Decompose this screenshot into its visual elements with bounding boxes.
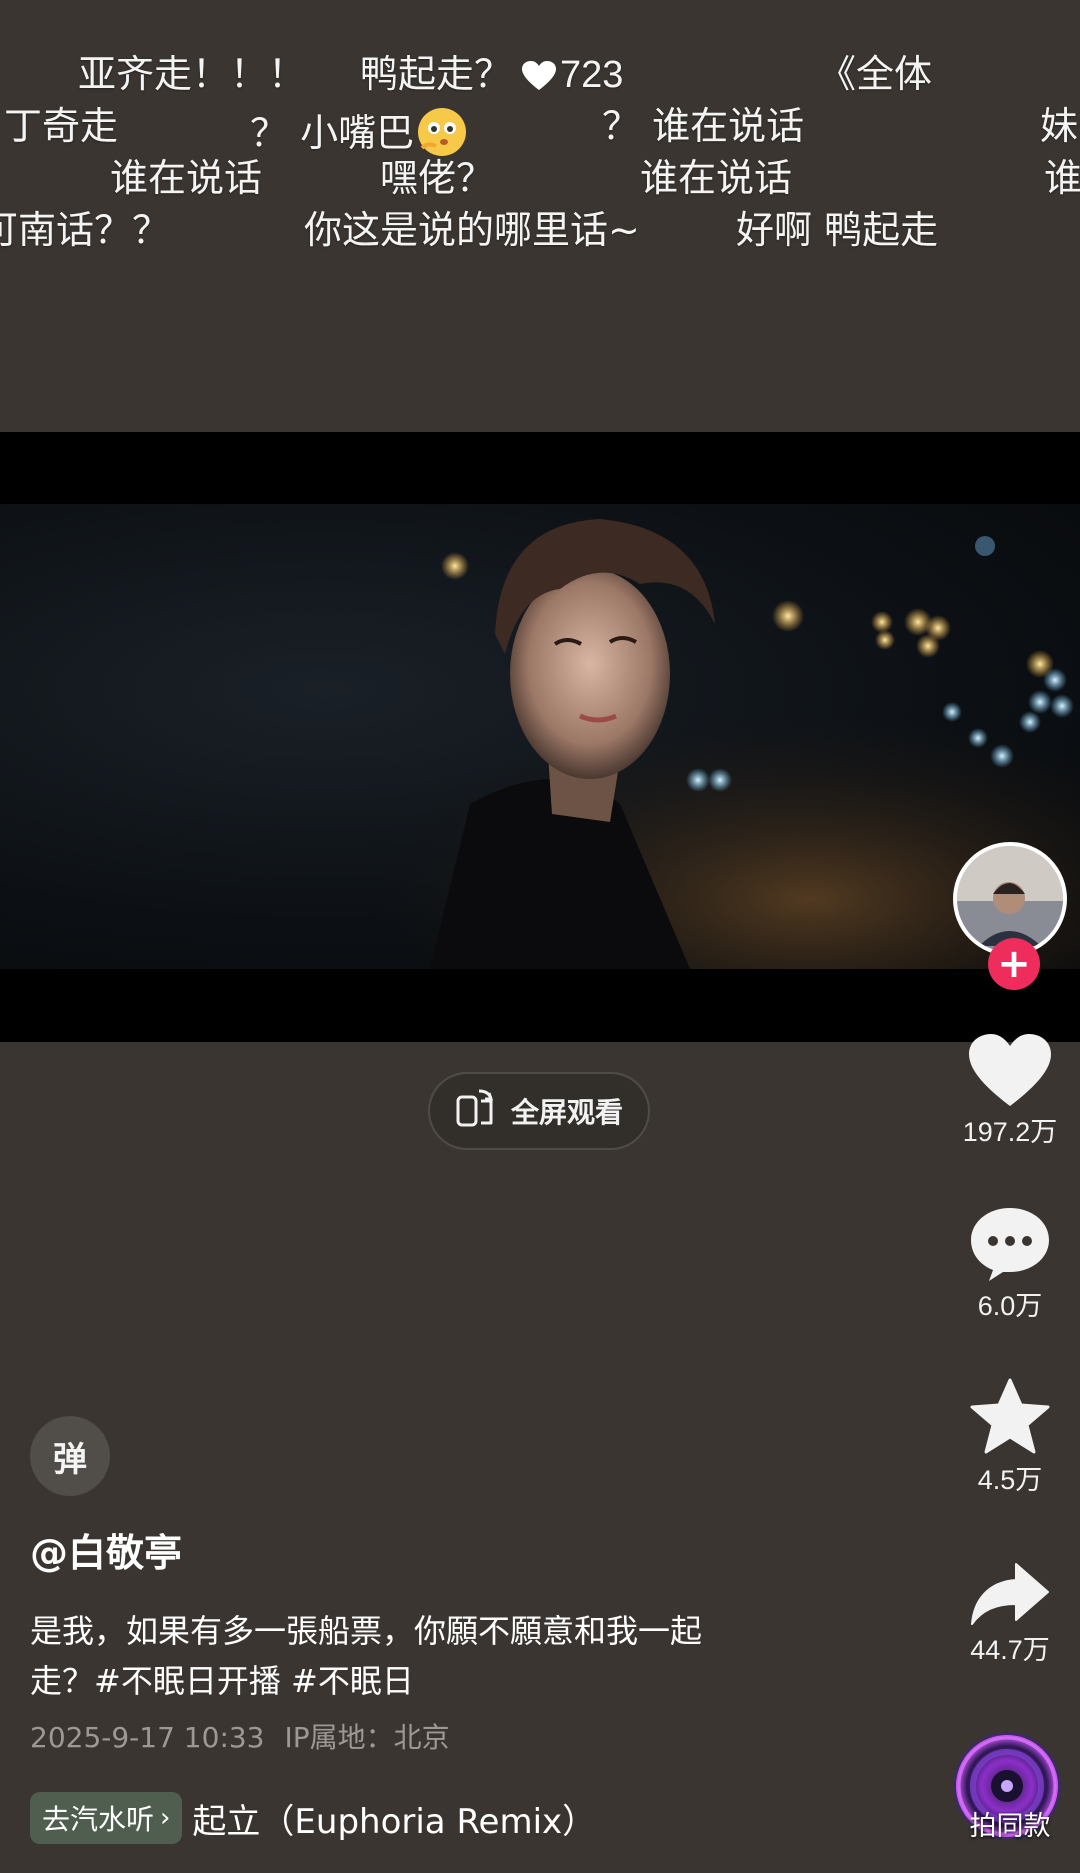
danmaku-item: 鸭起走？ 723: [360, 52, 623, 100]
rotate-phone-icon: [455, 1089, 497, 1133]
listen-in-app-button[interactable]: 去汽水听 ›: [30, 1792, 183, 1844]
video-feed-screen: 亚齐走！！！ 鸭起走？ 723 《全体 丁奇走 ？ 小嘴巴 ？ 谁在说话 妹 谁在…: [0, 0, 1080, 1873]
heart-icon: [522, 56, 557, 100]
hashtag-link[interactable]: #不眠日开播: [94, 1662, 281, 1700]
danmaku-layer: 亚齐走！！！ 鸭起走？ 723 《全体 丁奇走 ？ 小嘴巴 ？ 谁在说话 妹 谁在…: [0, 0, 1080, 320]
follow-button[interactable]: +: [988, 938, 1040, 990]
like-count: 197.2万: [962, 1117, 1058, 1147]
description-line: 走？#不眠日开播 #不眠日: [30, 1662, 414, 1700]
video-player[interactable]: 是我: [0, 432, 1080, 1042]
danmaku-item: 丁奇走: [4, 104, 119, 148]
danmaku-toggle-label: 弹: [53, 1439, 87, 1480]
danmaku-item: ？ 谁在说话: [602, 104, 805, 148]
thinking-face-emoji-icon: [414, 104, 470, 160]
comment-button[interactable]: 6.0万: [940, 1206, 1080, 1323]
music-bar: 去汽水听 › 起立（Euphoria Remix）: [30, 1792, 596, 1844]
danmaku-toggle-button[interactable]: 弹: [30, 1416, 110, 1496]
share-arrow-icon: [971, 1563, 1049, 1625]
fullscreen-button[interactable]: 全屏观看: [428, 1072, 650, 1150]
comment-count: 6.0万: [977, 1291, 1043, 1321]
favorite-count: 4.5万: [977, 1465, 1043, 1495]
same-style-label[interactable]: 拍同款: [940, 1804, 1080, 1843]
chevron-right-icon: ›: [160, 1803, 171, 1833]
description-line: 是我，如果有多一張船票，你願不願意和我一起: [30, 1612, 703, 1650]
comment-bubble-icon: [971, 1208, 1049, 1281]
fullscreen-label: 全屏观看: [510, 1096, 623, 1129]
plus-icon: +: [997, 941, 1031, 987]
danmaku-item: 《全体: [818, 52, 933, 96]
danmaku-item: 谁在说话: [640, 156, 793, 200]
video-frame: 是我: [0, 504, 1080, 969]
danmaku-item: 你这是说的哪里话~: [304, 208, 640, 252]
danmaku-like-count: 723: [560, 54, 624, 96]
share-button[interactable]: 44.7万: [940, 1562, 1080, 1667]
danmaku-item: 谁在说话: [110, 156, 263, 200]
like-button[interactable]: 197.2万: [940, 1034, 1080, 1149]
listen-label: 去汽水听: [42, 1803, 155, 1836]
author-name[interactable]: @白敬亭: [30, 1522, 182, 1577]
share-count: 44.7万: [970, 1635, 1050, 1665]
post-description: 是我，如果有多一張船票，你願不願意和我一起 走？#不眠日开播 #不眠日: [30, 1606, 820, 1706]
video-scene: [0, 504, 1080, 969]
hashtag-link[interactable]: #不眠日: [291, 1662, 414, 1700]
ip-location: IP属地：北京: [284, 1721, 450, 1754]
post-meta: 2025-9-17 10:33 IP属地：北京: [30, 1716, 470, 1756]
action-rail: + 197.2万 6.0万 4.5万 44.7万 拍同款: [940, 0, 1080, 1873]
post-date: 2025-9-17 10:33: [30, 1721, 265, 1754]
heart-icon: [969, 1034, 1051, 1106]
star-icon: [970, 1378, 1050, 1454]
music-title[interactable]: 起立（Euphoria Remix）: [192, 1794, 596, 1843]
favorite-button[interactable]: 4.5万: [940, 1378, 1080, 1497]
danmaku-item: 嘿佬？: [380, 156, 495, 200]
danmaku-item: 好啊 鸭起走: [736, 208, 939, 252]
danmaku-item: 可南话？？: [0, 208, 171, 252]
danmaku-item: ？ 小嘴巴: [250, 104, 470, 160]
danmaku-item: 亚齐走！！！: [78, 52, 307, 96]
